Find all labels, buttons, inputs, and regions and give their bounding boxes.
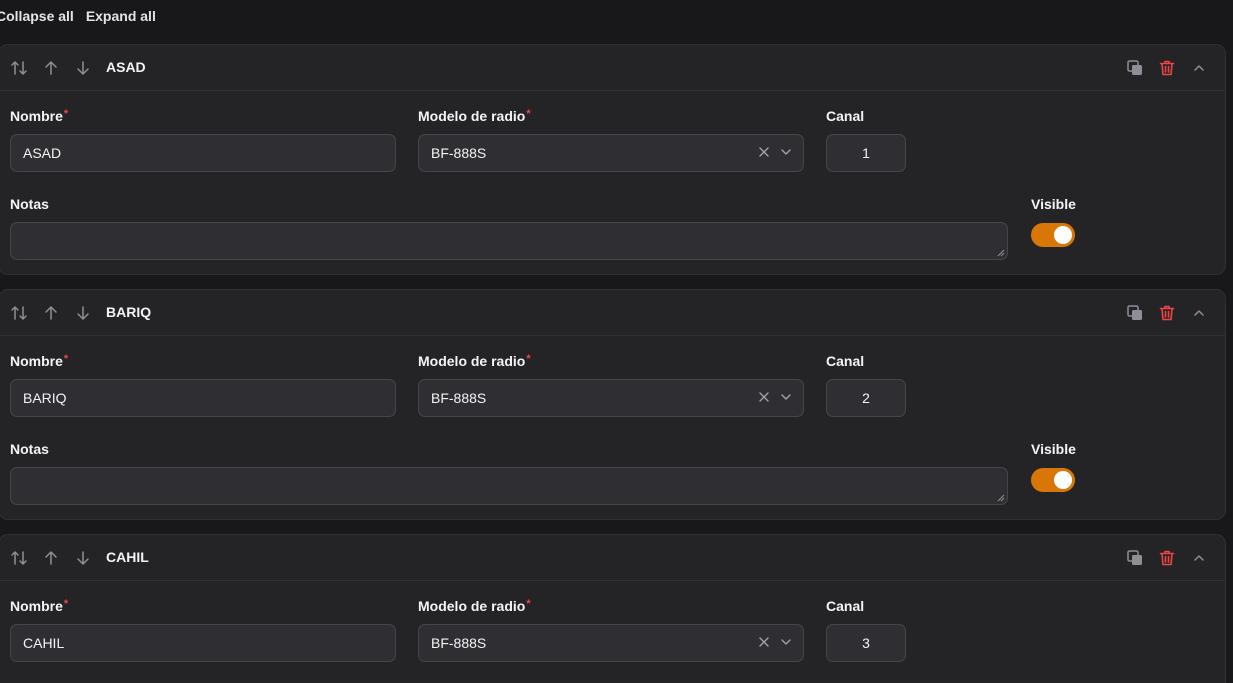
reorder-icon[interactable]	[9, 548, 29, 568]
chevron-up-icon[interactable]	[1189, 58, 1209, 78]
arrow-down-icon[interactable]	[73, 58, 93, 78]
item-header[interactable]: CAHIL	[0, 535, 1225, 581]
x-icon[interactable]	[757, 635, 771, 649]
nombre-label: Nombre*	[10, 108, 69, 124]
canal-input[interactable]: 3	[826, 624, 906, 662]
modelo-label: Modelo de radio*	[418, 598, 531, 614]
visible-label: Visible	[1031, 196, 1076, 212]
notas-textarea[interactable]	[10, 467, 1008, 505]
clone-icon[interactable]	[1125, 548, 1145, 568]
repeater-item-cahil: CAHIL Nombre* CAHIL Modelo de radio* BF-…	[0, 534, 1226, 683]
modelo-value: BF-888S	[431, 635, 487, 651]
canal-input[interactable]: 1	[826, 134, 906, 172]
clone-icon[interactable]	[1125, 58, 1145, 78]
trash-icon[interactable]	[1157, 303, 1177, 323]
chevron-up-icon[interactable]	[1189, 548, 1209, 568]
chevron-down-icon[interactable]	[779, 635, 793, 649]
chevron-down-icon[interactable]	[779, 145, 793, 159]
item-header[interactable]: ASAD	[0, 45, 1225, 91]
visible-label: Visible	[1031, 441, 1076, 457]
canal-label: Canal	[826, 598, 865, 614]
modelo-select[interactable]: BF-888S	[418, 624, 804, 662]
resize-handle-icon[interactable]	[997, 494, 1005, 502]
nombre-label: Nombre*	[10, 353, 69, 369]
reorder-icon[interactable]	[9, 58, 29, 78]
resize-handle-icon[interactable]	[997, 249, 1005, 257]
arrow-up-icon[interactable]	[41, 58, 61, 78]
modelo-label: Modelo de radio*	[418, 353, 531, 369]
item-title: BARIQ	[106, 304, 152, 320]
canal-label: Canal	[826, 353, 865, 369]
x-icon[interactable]	[757, 390, 771, 404]
nombre-input[interactable]: CAHIL	[10, 624, 396, 662]
canal-input[interactable]: 2	[826, 379, 906, 417]
nombre-label: Nombre*	[10, 598, 69, 614]
visible-toggle[interactable]	[1031, 223, 1075, 247]
modelo-label: Modelo de radio*	[418, 108, 531, 124]
notas-textarea[interactable]	[10, 222, 1008, 260]
arrow-down-icon[interactable]	[73, 548, 93, 568]
item-header[interactable]: BARIQ	[0, 290, 1225, 336]
visible-toggle[interactable]	[1031, 468, 1075, 492]
arrow-down-icon[interactable]	[73, 303, 93, 323]
modelo-select[interactable]: BF-888S	[418, 379, 804, 417]
x-icon[interactable]	[757, 145, 771, 159]
item-title: ASAD	[106, 59, 146, 75]
chevron-down-icon[interactable]	[779, 390, 793, 404]
trash-icon[interactable]	[1157, 58, 1177, 78]
notas-label: Notas	[10, 441, 49, 457]
arrow-up-icon[interactable]	[41, 303, 61, 323]
clone-icon[interactable]	[1125, 303, 1145, 323]
notas-label: Notas	[10, 196, 49, 212]
repeater-item-asad: ASAD Nombre* ASAD Modelo de radio* BF-88…	[0, 44, 1226, 275]
modelo-select[interactable]: BF-888S	[418, 134, 804, 172]
trash-icon[interactable]	[1157, 548, 1177, 568]
expand-all-link[interactable]: Expand all	[86, 8, 156, 28]
arrow-up-icon[interactable]	[41, 548, 61, 568]
modelo-value: BF-888S	[431, 145, 487, 161]
item-title: CAHIL	[106, 549, 149, 565]
modelo-value: BF-888S	[431, 390, 487, 406]
repeater-item-bariq: BARIQ Nombre* BARIQ Modelo de radio* BF-…	[0, 289, 1226, 520]
repeater-page: Collapse all Expand all ASAD Nombre* ASA…	[0, 0, 1233, 683]
nombre-input[interactable]: BARIQ	[10, 379, 396, 417]
canal-label: Canal	[826, 108, 865, 124]
reorder-icon[interactable]	[9, 303, 29, 323]
toggle-knob	[1054, 226, 1072, 244]
collapse-all-link[interactable]: Collapse all	[0, 8, 74, 28]
toggle-knob	[1054, 471, 1072, 489]
chevron-up-icon[interactable]	[1189, 303, 1209, 323]
nombre-input[interactable]: ASAD	[10, 134, 396, 172]
repeater-toolbar: Collapse all Expand all	[0, 8, 156, 28]
